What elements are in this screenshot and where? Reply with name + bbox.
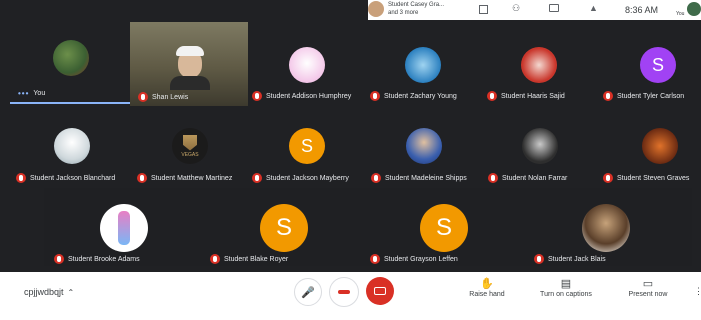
avatar xyxy=(100,204,148,252)
participant-tile-jackson-mayberry[interactable]: S Student Jackson Mayberry xyxy=(252,124,367,186)
muted-mic-icon xyxy=(603,91,613,101)
muted-mic-icon xyxy=(534,254,544,264)
avatar: S xyxy=(289,128,325,164)
participant-name: Student Jack Blais xyxy=(534,254,606,264)
avatar: S xyxy=(640,47,676,83)
participant-name: Student Brooke Adams xyxy=(54,254,140,264)
avatar xyxy=(642,128,678,164)
chevron-up-icon: ⌃ xyxy=(67,287,75,297)
presenter-avatar xyxy=(368,1,384,17)
captions-button[interactable]: ▤ Turn on captions xyxy=(533,278,599,298)
microphone-icon: 🎤 xyxy=(301,286,315,299)
activities-icon[interactable]: ▲ xyxy=(589,3,598,13)
participant-name: Student Tyler Carlson xyxy=(603,91,684,101)
self-view-label: You xyxy=(676,11,685,17)
muted-mic-icon xyxy=(488,173,498,183)
raise-hand-button[interactable]: ✋ Raise hand xyxy=(462,278,512,298)
muted-mic-icon xyxy=(252,91,262,101)
meeting-controls-bar: cpjjwdbqjt ⌃ 🎤 ✋ Raise hand ▤ Turn on ca… xyxy=(0,272,701,320)
team-logo-icon xyxy=(183,134,197,151)
present-icon: ▭ xyxy=(642,278,654,290)
muted-mic-icon xyxy=(54,254,64,264)
camera-button[interactable] xyxy=(366,277,394,305)
muted-mic-icon xyxy=(137,173,147,183)
avatar: S xyxy=(420,204,468,252)
participant-tile-haaris[interactable]: Student Haaris Sajid xyxy=(484,40,599,104)
participant-tile-tyler[interactable]: S Student Tyler Carlson xyxy=(600,40,701,104)
participant-tile-zachary[interactable]: Student Zachary Young xyxy=(368,40,483,104)
participant-tile-madeleine[interactable]: Student Madeleine Shipps xyxy=(368,124,483,186)
muted-mic-icon xyxy=(210,254,220,264)
video-feed xyxy=(170,42,210,90)
muted-mic-icon xyxy=(370,91,380,101)
avatar xyxy=(54,128,90,164)
participant-tile-addison[interactable]: Student Addison Humphrey xyxy=(252,40,367,104)
top-status-bar: Student Casey Gra... and 3 more ⚇ ▲ 8:36… xyxy=(368,0,701,20)
muted-mic-icon xyxy=(138,92,148,102)
participant-name: Shan Lewis xyxy=(138,92,188,102)
people-icon[interactable]: ⚇ xyxy=(512,3,520,14)
avatar xyxy=(521,47,557,83)
camera-off-icon xyxy=(374,287,386,295)
avatar: S xyxy=(260,204,308,252)
participant-grid: ••• You Shan Lewis Student Addison Humph… xyxy=(0,0,701,272)
avatar xyxy=(53,40,89,76)
layout-grid-icon[interactable] xyxy=(479,5,488,14)
avatar xyxy=(289,47,325,83)
participant-name: Student Nolan Farrar xyxy=(488,173,567,183)
self-avatar xyxy=(687,2,701,16)
more-options-icon[interactable]: ⋮ xyxy=(694,286,701,297)
audio-indicator-icon: ••• xyxy=(18,89,30,98)
muted-mic-icon xyxy=(252,173,262,183)
participant-tile-steven[interactable]: Student Steven Graves xyxy=(600,124,701,186)
muted-mic-icon xyxy=(16,173,26,183)
meeting-code[interactable]: cpjjwdbqjt ⌃ xyxy=(24,287,74,297)
participant-tile-shan[interactable]: Shan Lewis xyxy=(130,22,248,106)
participant-name: Student Jackson Blanchard xyxy=(16,173,115,183)
chat-icon[interactable] xyxy=(549,4,559,12)
muted-mic-icon xyxy=(371,173,381,183)
avatar xyxy=(405,47,441,83)
avatar: VEGAS xyxy=(172,128,208,164)
microphone-button[interactable]: 🎤 xyxy=(294,278,322,306)
present-now-button[interactable]: ▭ Present now xyxy=(620,278,676,298)
participant-tile-jack[interactable]: Student Jack Blais xyxy=(528,196,680,266)
avatar xyxy=(522,128,558,164)
hand-icon: ✋ xyxy=(480,278,494,290)
muted-mic-icon xyxy=(603,173,613,183)
participant-tile-blake[interactable]: S Student Blake Royer xyxy=(208,196,360,266)
participant-tile-grayson[interactable]: S Student Grayson Leffen xyxy=(368,196,520,266)
participant-name: Student Matthew Martinez xyxy=(137,173,232,183)
active-speaker-bar xyxy=(10,102,130,104)
participant-tile-nolan[interactable]: Student Nolan Farrar xyxy=(484,124,599,186)
clock-time: 8:36 AM xyxy=(625,5,659,15)
participant-name: Student Madeleine Shipps xyxy=(371,173,467,183)
muted-mic-icon xyxy=(370,254,380,264)
participant-tile-matthew[interactable]: VEGAS Student Matthew Martinez xyxy=(134,124,252,186)
participant-tile-brooke[interactable]: Student Brooke Adams xyxy=(48,196,198,266)
avatar xyxy=(406,128,442,164)
muted-mic-icon xyxy=(487,91,497,101)
captions-icon: ▤ xyxy=(560,278,572,290)
presenter-info[interactable]: Student Casey Gra... and 3 more xyxy=(388,1,444,17)
participant-name: Student Steven Graves xyxy=(603,173,689,183)
participant-name: Student Blake Royer xyxy=(210,254,288,264)
participant-name: Student Haaris Sajid xyxy=(487,91,565,101)
avatar xyxy=(582,204,630,252)
participant-name: ••• You xyxy=(18,89,46,98)
participant-tile-jackson-blanchard[interactable]: Student Jackson Blanchard xyxy=(14,124,134,186)
hang-up-icon xyxy=(338,290,350,294)
participant-name: Student Addison Humphrey xyxy=(252,91,351,101)
participant-name: Student Zachary Young xyxy=(370,91,457,101)
participant-name: Student Jackson Mayberry xyxy=(252,173,349,183)
leave-call-button[interactable] xyxy=(329,277,359,307)
participant-tile-you[interactable]: ••• You xyxy=(10,26,130,104)
participant-name: Student Grayson Leffen xyxy=(370,254,458,264)
